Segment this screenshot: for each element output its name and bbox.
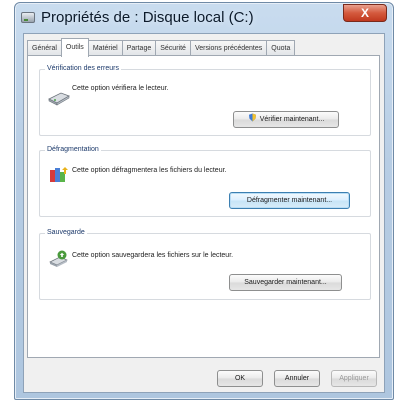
tab-previous-versions[interactable]: Versions précédentes [189,40,268,56]
dialog-client: Général Outils Matériel Partage Sécurité… [23,33,385,393]
close-button[interactable]: X [343,4,387,22]
defrag-group: Défragmentation Cette option défragmente… [39,145,371,217]
drive-check-icon [48,92,70,106]
check-now-label: Vérifier maintenant... [259,116,325,123]
group-description: Cette option vérifiera le lecteur. [72,85,169,92]
drive-icon [21,12,35,23]
backup-group: Sauvegarde Cette option sauvegardera les… [39,228,371,300]
error-checking-group: Vérification des erreurs Cette option vé… [39,64,371,136]
shield-icon [248,113,256,122]
ok-button[interactable]: OK [217,370,263,387]
tab-sharing[interactable]: Partage [121,40,157,56]
group-title: Défragmentation [45,145,101,155]
tab-hardware[interactable]: Matériel [87,40,123,56]
cancel-button[interactable]: Annuler [274,370,320,387]
title-bar[interactable]: Propriétés de : Disque local (C:) X [15,3,393,33]
tab-quota[interactable]: Quota [266,40,296,56]
defrag-icon [50,167,68,182]
tab-security[interactable]: Sécurité [155,40,191,56]
group-description: Cette option sauvegardera les fichiers s… [72,252,234,259]
group-description: Cette option défragmentera les fichiers … [72,167,227,174]
properties-window: Propriétés de : Disque local (C:) X Géné… [14,2,394,400]
group-title: Sauvegarde [45,228,87,238]
apply-button[interactable]: Appliquer [331,370,377,387]
check-now-button[interactable]: Vérifier maintenant... [233,111,339,128]
window-title: Propriétés de : Disque local (C:) [41,9,254,26]
backup-icon [49,250,68,267]
tab-strip: Général Outils Matériel Partage Sécurité… [27,38,296,57]
tab-tools[interactable]: Outils [60,38,89,57]
defrag-now-button[interactable]: Défragmenter maintenant... [229,192,350,209]
backup-now-button[interactable]: Sauvegarder maintenant... [229,274,342,291]
group-title: Vérification des erreurs [45,64,121,74]
tools-panel: Vérification des erreurs Cette option vé… [27,55,380,358]
tab-general[interactable]: Général [27,40,62,56]
